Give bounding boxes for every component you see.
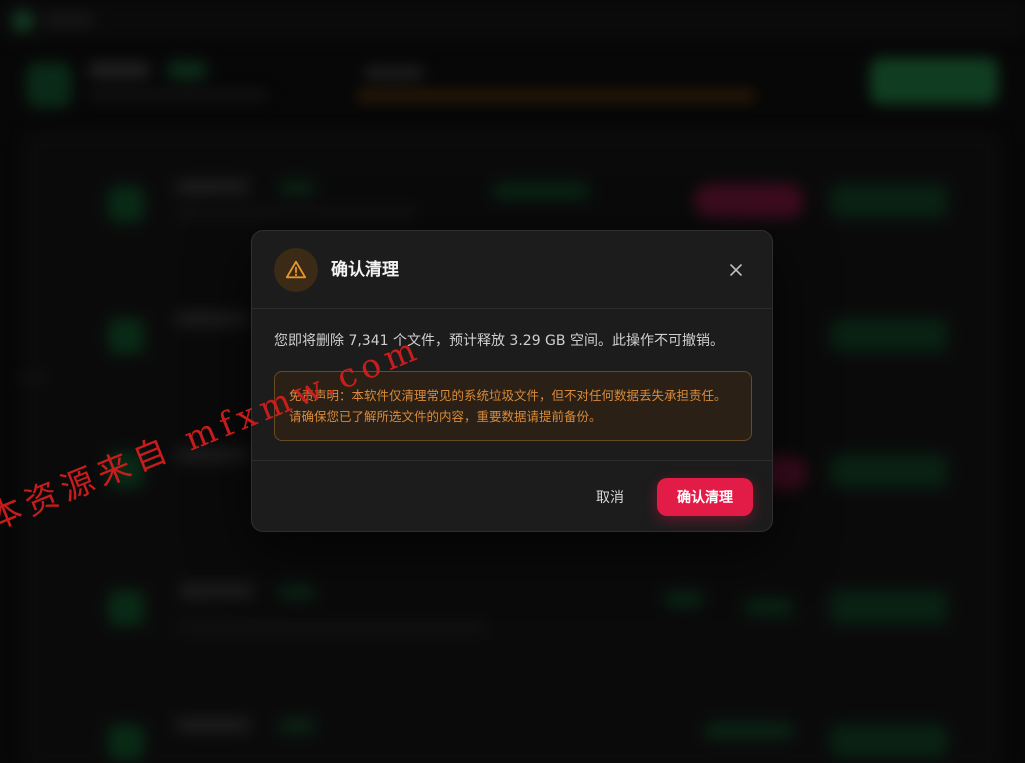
cancel-button[interactable]: 取消 bbox=[582, 479, 638, 515]
app-stage: 确认清理 您即将删除 7,341 个文件，预计释放 3.29 GB 空间。此操作… bbox=[0, 0, 1025, 763]
confirm-clean-button[interactable]: 确认清理 bbox=[657, 478, 753, 516]
dialog-footer-divider bbox=[252, 460, 772, 461]
warning-icon-badge bbox=[274, 248, 318, 292]
dialog-header: 确认清理 bbox=[252, 231, 772, 309]
dialog-title: 确认清理 bbox=[331, 260, 399, 280]
close-icon bbox=[730, 264, 742, 276]
close-button[interactable] bbox=[725, 259, 747, 281]
warning-icon bbox=[285, 260, 307, 279]
